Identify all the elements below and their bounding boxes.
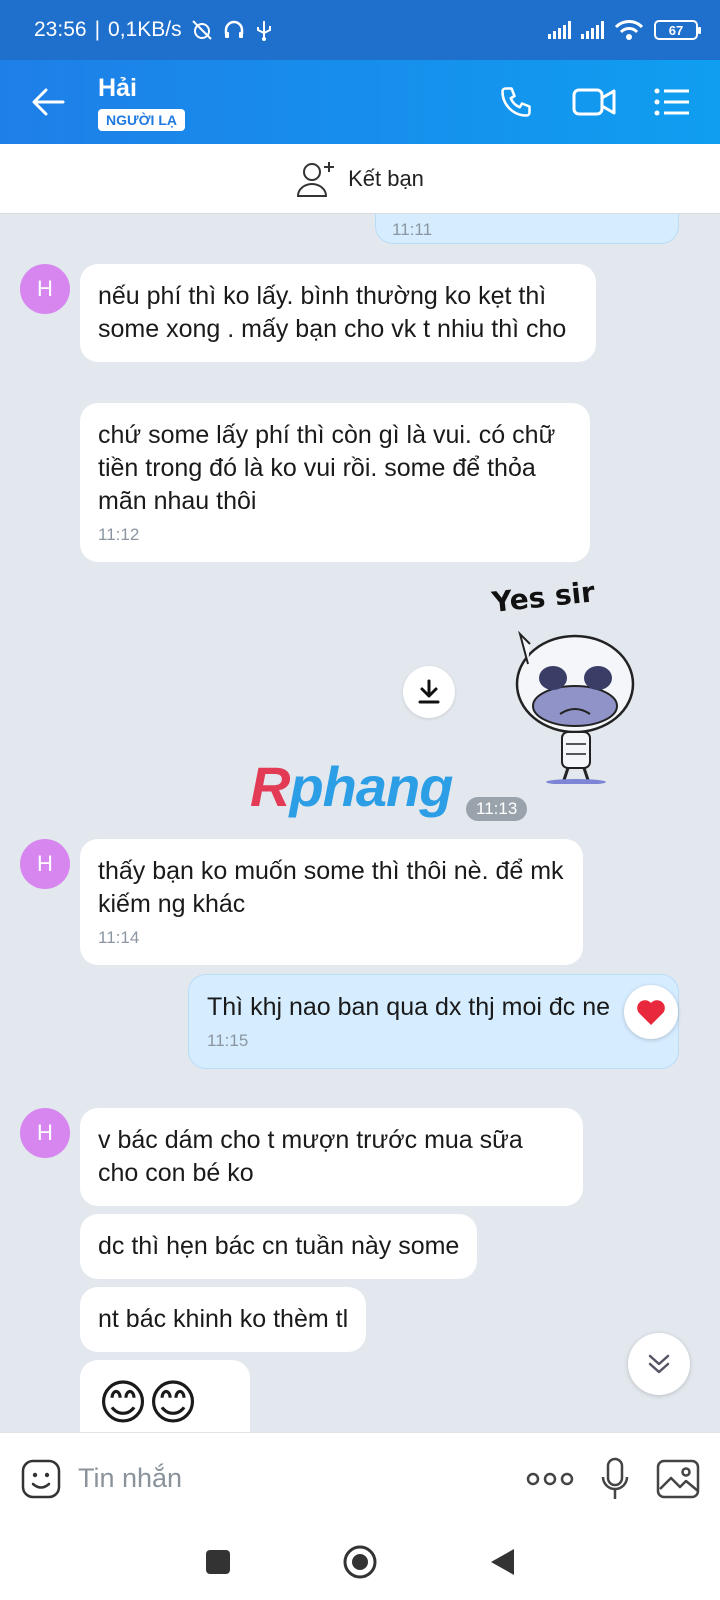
input-actions [526,1457,700,1501]
message-input-bar: Tin nhắn [0,1432,720,1524]
home-icon[interactable] [342,1544,378,1580]
message-text: chứ some lấy phí thì còn gì là vui. có c… [98,421,556,515]
contact-info[interactable]: Hải NGƯỜI LẠ [98,74,185,131]
separator: | [94,18,101,41]
message-text: dc thì hẹn bác cn tuần này some [98,1232,460,1260]
status-left: 23:56 | 0,1KB/s [34,18,274,42]
message-text: 😊😊 [98,1377,199,1430]
sticker-message[interactable]: Yes sir [489,574,650,785]
recent-apps-icon[interactable] [204,1548,232,1576]
signal-icon-2 [581,21,604,39]
scroll-down-button[interactable] [628,1333,690,1395]
skeleton-sticker-image: Yes sir [489,575,635,785]
message-received[interactable]: thấy bạn ko muốn some thì thôi nè. để mk… [80,839,583,965]
emoji-icon[interactable] [20,1458,62,1500]
message-text: v bác dám cho t mượn trước mua sữa cho c… [98,1126,523,1187]
back-button[interactable] [18,72,78,132]
message-text: nt bác khinh ko thèm tl [98,1305,349,1333]
call-button[interactable] [490,76,542,128]
watermark-logo: Rphang [250,755,453,818]
stranger-badge: NGƯỜI LẠ [98,108,185,131]
sticker-text: Yes sir [490,575,597,619]
download-button[interactable] [403,666,455,718]
list-menu-icon [654,88,689,116]
add-friend-label: Kết bạn [348,165,424,191]
video-call-button[interactable] [568,76,620,128]
heart-icon [637,1000,665,1025]
chat-area[interactable]: 11:11 H nếu phí thì ko lấy. bình thường … [0,214,720,1432]
add-user-icon [297,161,335,197]
message-received[interactable]: nếu phí thì ko lấy. bình thường ko kẹt t… [80,264,596,362]
message-received[interactable]: dc thì hẹn bác cn tuần này some [80,1214,478,1279]
headset-icon [224,20,243,38]
message-received[interactable]: chứ some lấy phí thì còn gì là vui. có c… [80,403,590,562]
message-time: 11:14 [98,928,140,947]
message-sent[interactable]: Thì khj nao ban qua dx thj moi đc ne 11:… [188,974,679,1069]
more-dots-icon[interactable] [526,1469,574,1489]
back-nav-icon[interactable] [488,1547,516,1577]
wifi-icon [614,20,644,40]
menu-button[interactable] [646,76,698,128]
message-sent-prev[interactable]: 11:11 [375,214,679,244]
avatar-initial: H [37,851,53,876]
chat-header: Hải NGƯỜI LẠ [0,60,720,144]
phone-icon [501,87,531,117]
message-time: 11:12 [98,525,140,544]
download-icon [418,679,440,704]
video-camera-icon [572,88,616,116]
signal-icon [548,21,571,39]
system-nav-bar [0,1524,720,1600]
usb-icon [256,21,271,41]
status-bar: 23:56 | 0,1KB/s 67 [0,0,720,60]
alarm-off-icon [191,20,212,40]
microphone-icon[interactable] [600,1457,630,1501]
add-friend-button[interactable]: Kết bạn [0,144,720,214]
avatar[interactable]: H [20,264,70,314]
network-speed: 0,1KB/s [108,18,182,41]
contact-name: Hải [98,73,137,102]
battery-icon: 67 [654,20,701,40]
message-received[interactable]: 😊😊 [80,1360,250,1432]
message-input[interactable]: Tin nhắn [78,1463,182,1494]
avatar-initial: H [37,276,53,301]
reaction-button[interactable] [624,985,678,1039]
message-received[interactable]: nt bác khinh ko thèm tl [80,1287,367,1352]
arrow-left-icon [32,88,65,116]
chevron-double-down-icon [648,1354,670,1374]
avatar[interactable]: H [20,839,70,889]
battery-level: 67 [668,22,684,38]
message-text: thấy bạn ko muốn some thì thôi nè. để mk… [98,857,564,918]
sticker-time: 11:13 [466,797,528,821]
message-time: 11:11 [392,220,433,239]
avatar[interactable]: H [20,1108,70,1158]
clock: 23:56 [34,18,87,41]
message-text: nếu phí thì ko lấy. bình thường ko kẹt t… [98,282,567,343]
image-icon[interactable] [656,1459,700,1499]
avatar-initial: H [37,1120,53,1145]
message-text: Thì khj nao ban qua dx thj moi đc ne [207,993,611,1021]
header-actions [490,76,698,128]
status-right: 67 [548,19,701,41]
message-time: 11:15 [207,1031,249,1050]
message-received[interactable]: v bác dám cho t mượn trước mua sữa cho c… [80,1108,583,1206]
